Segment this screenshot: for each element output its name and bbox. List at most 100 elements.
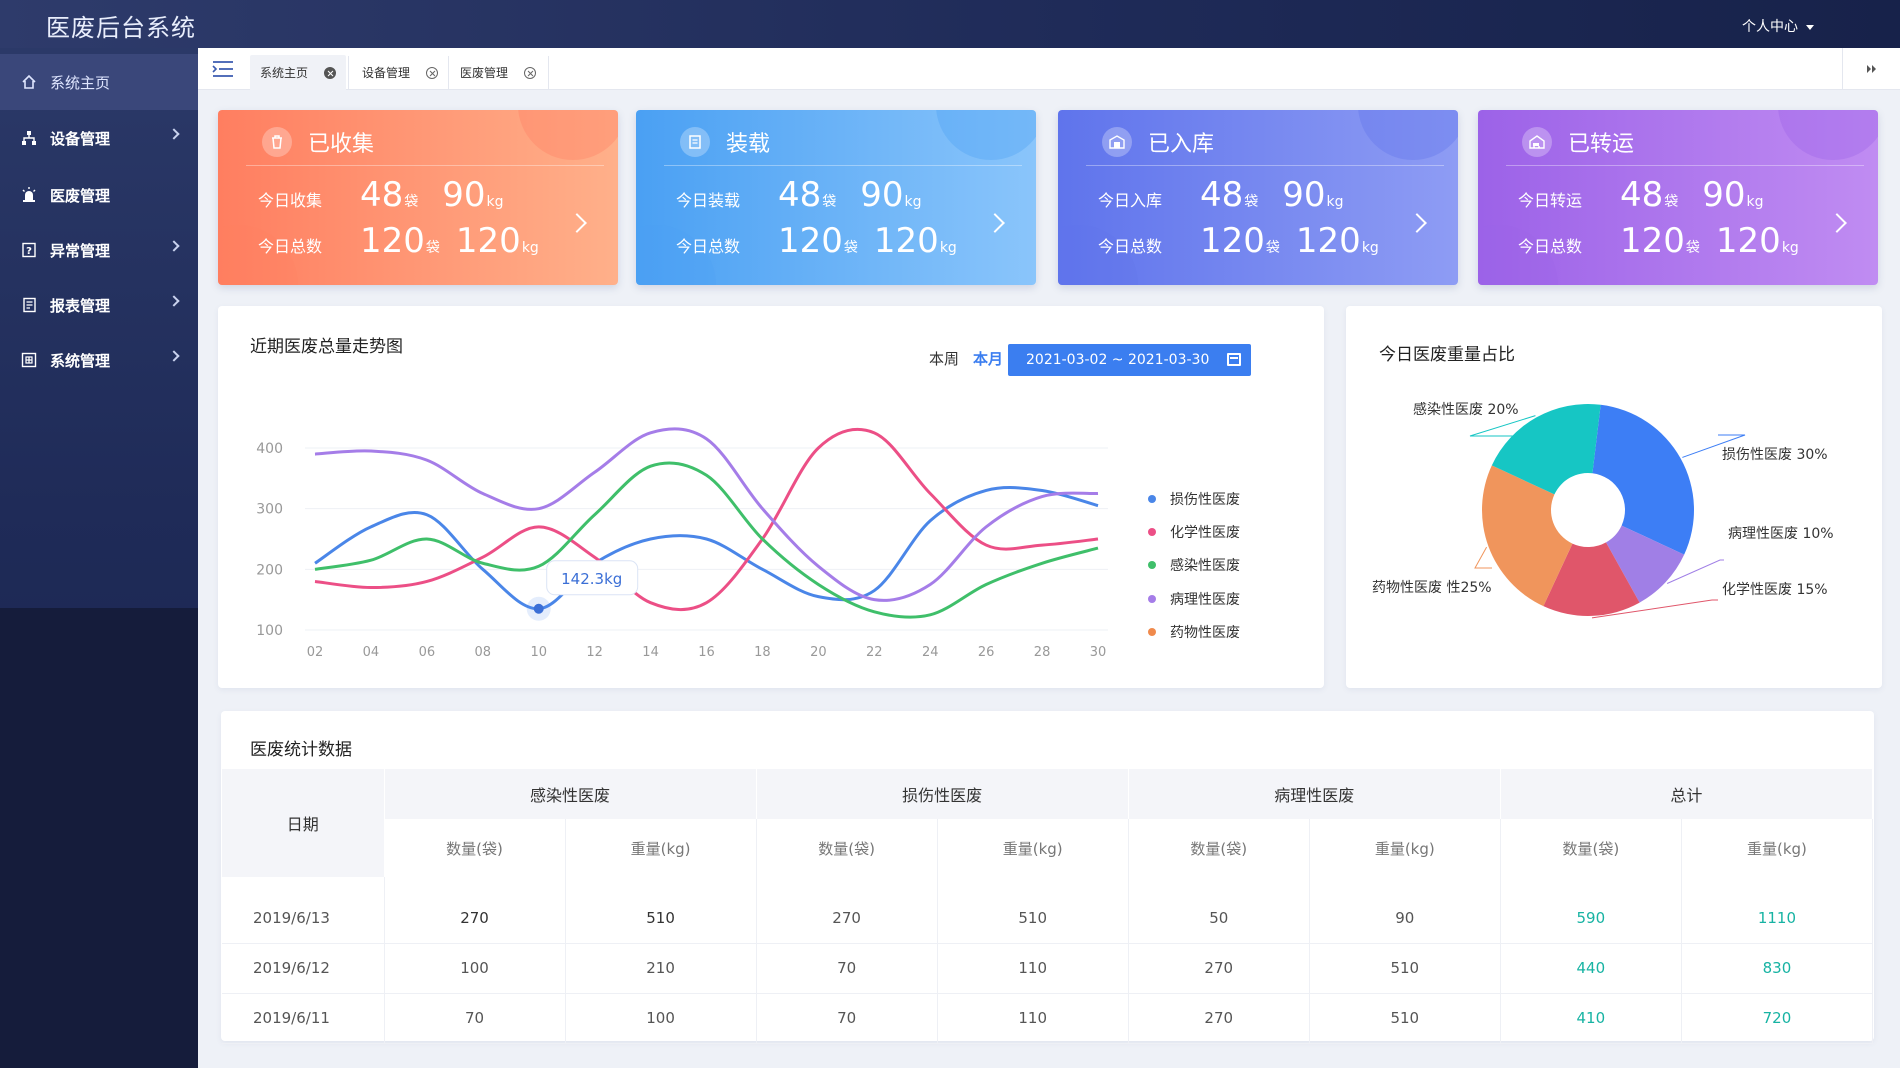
- tab-label: 设备管理: [362, 66, 411, 80]
- table-row: 2019/6/11 70 100 70 110 270 510 410 720: [222, 993, 1874, 1044]
- row-label: 今日转运: [1518, 191, 1583, 210]
- stats-table: 日期 感染性医废 损伤性医废 病理性医废 总计 数量(袋) 重量(kg) 数量(…: [222, 769, 1874, 1044]
- legend-item[interactable]: 感染性医废: [1148, 555, 1240, 575]
- chevron-right-icon: [168, 295, 180, 307]
- decor-bubble: [936, 110, 1036, 160]
- card-divider: [1086, 165, 1444, 166]
- bag-unit: 袋: [1685, 240, 1700, 256]
- date-range-text: 2021-03-02 ~ 2021-03-30: [1026, 352, 1210, 368]
- legend-item[interactable]: 损伤性医废: [1148, 489, 1240, 509]
- legend-dot: [1148, 495, 1156, 503]
- sidebar-item-reports[interactable]: 报表管理: [0, 277, 198, 333]
- tab-label: 系统主页: [260, 66, 309, 80]
- tab-home[interactable]: 系统主页: [250, 55, 347, 90]
- tab-waste[interactable]: 医废管理: [450, 55, 546, 90]
- sub-header: 数量(袋): [756, 819, 938, 877]
- close-icon[interactable]: [426, 66, 439, 79]
- kg-value: 90: [442, 175, 486, 215]
- sidebar-item-label: 系统主页: [50, 73, 111, 92]
- report-icon: [20, 296, 38, 314]
- tab-separator: [348, 56, 349, 90]
- user-center-menu[interactable]: 个人中心: [1742, 16, 1814, 36]
- tab-devices[interactable]: 设备管理: [352, 55, 448, 90]
- table-cell: 90: [1309, 877, 1501, 944]
- table-cell-total: 720: [1681, 993, 1874, 1044]
- card-loaded[interactable]: 装载 今日装载 48 袋 90 kg 今日总数 120 袋 120 kg: [636, 110, 1036, 285]
- bag-unit: 袋: [404, 194, 419, 210]
- card-row-today: 今日收集 48 袋 90 kg: [258, 178, 504, 212]
- card-stored[interactable]: 已入库 今日入库 48 袋 90 kg 今日总数 120 袋 120 kg: [1058, 110, 1458, 285]
- legend-item[interactable]: 药物性医废: [1148, 622, 1240, 642]
- table-cell: 50: [1128, 877, 1310, 944]
- user-center-label: 个人中心: [1742, 19, 1798, 35]
- chevron-right-icon[interactable]: [1407, 213, 1427, 233]
- menu-collapse-icon[interactable]: [212, 60, 234, 78]
- kg-unit: kg: [1781, 240, 1799, 256]
- table-cell: 510: [565, 877, 757, 944]
- close-icon[interactable]: [324, 66, 337, 79]
- row-label: 今日总数: [676, 237, 741, 256]
- sidebar-item-system[interactable]: 系统管理: [0, 332, 198, 388]
- chevron-right-icon[interactable]: [1827, 213, 1847, 233]
- sidebar-item-waste[interactable]: 医废管理: [0, 167, 198, 223]
- chevron-right-icon[interactable]: [985, 213, 1005, 233]
- help-book-icon: ?: [20, 241, 38, 259]
- range-switch: 本周 本月: [929, 348, 1017, 369]
- card-row-total: 今日总数 120 袋 120 kg: [258, 224, 539, 258]
- group-header: 总计: [1500, 769, 1874, 819]
- tab-separator: [548, 56, 549, 90]
- table-cell-total: 830: [1681, 943, 1874, 994]
- bag-unit: 袋: [425, 240, 440, 256]
- table-cell-total: 410: [1500, 993, 1682, 1044]
- date-range-picker[interactable]: 2021-03-02 ~ 2021-03-30: [1008, 344, 1251, 376]
- bags-value: 120: [360, 221, 425, 261]
- kg-value: 90: [1282, 175, 1326, 215]
- system-grid-icon: [20, 351, 38, 369]
- table-cell: 510: [1309, 993, 1501, 1044]
- close-icon[interactable]: [524, 66, 537, 79]
- legend-item[interactable]: 化学性医废: [1148, 522, 1240, 542]
- sidebar-item-label: 异常管理: [50, 241, 111, 260]
- svg-text:?: ?: [26, 246, 32, 257]
- card-collected[interactable]: 已收集 今日收集 48 袋 90 kg 今日总数 120 袋 120 kg: [218, 110, 618, 285]
- sidebar-item-devices[interactable]: 设备管理: [0, 110, 198, 166]
- home-icon: [20, 73, 38, 91]
- row-label: 今日总数: [258, 237, 323, 256]
- chevron-right-icon: [168, 350, 180, 362]
- table-cell: 110: [937, 943, 1129, 994]
- card-divider: [1506, 165, 1864, 166]
- legend-item[interactable]: 病理性医废: [1148, 589, 1240, 609]
- sidebar-item-home[interactable]: 系统主页: [0, 54, 198, 110]
- sub-header: 重量(kg): [1681, 819, 1874, 877]
- bag-unit: 袋: [1664, 194, 1679, 210]
- range-week-button[interactable]: 本周: [929, 350, 959, 368]
- legend-dot: [1148, 528, 1156, 536]
- card-header: 已入库: [1102, 124, 1214, 160]
- tabs-scroll-right-icon[interactable]: [1842, 48, 1900, 90]
- table-cell: 110: [937, 993, 1129, 1044]
- table-cell: 70: [384, 993, 566, 1044]
- decor-bubble: [518, 110, 618, 160]
- bags-value: 48: [1200, 175, 1244, 215]
- chevron-right-icon[interactable]: [567, 213, 587, 233]
- range-month-button[interactable]: 本月: [973, 350, 1003, 368]
- legend-label: 病理性医废: [1170, 592, 1240, 608]
- card-row-today: 今日入库 48 袋 90 kg: [1098, 178, 1344, 212]
- card-row-today: 今日转运 48 袋 90 kg: [1518, 178, 1764, 212]
- card-title: 装载: [726, 132, 771, 157]
- tab-separator: [448, 56, 449, 90]
- card-title: 已入库: [1148, 132, 1215, 157]
- pie-title: 今日医废重量占比: [1379, 345, 1515, 365]
- sidebar-bottom: [0, 608, 198, 1068]
- legend-dot: [1148, 595, 1156, 603]
- kg-value: 90: [860, 175, 904, 215]
- bags-value: 48: [1620, 175, 1664, 215]
- trash-bin-icon: [262, 127, 292, 157]
- app-title: 医废后台系统: [46, 14, 196, 42]
- table-cell: 270: [384, 877, 566, 944]
- card-transferred[interactable]: 已转运 今日转运 48 袋 90 kg 今日总数 120 袋 120 kg: [1478, 110, 1878, 285]
- bags-value: 48: [360, 175, 404, 215]
- sidebar-item-exceptions[interactable]: ? 异常管理: [0, 222, 198, 278]
- sub-header: 数量(袋): [384, 819, 566, 877]
- warehouse-in-icon: [1102, 127, 1132, 157]
